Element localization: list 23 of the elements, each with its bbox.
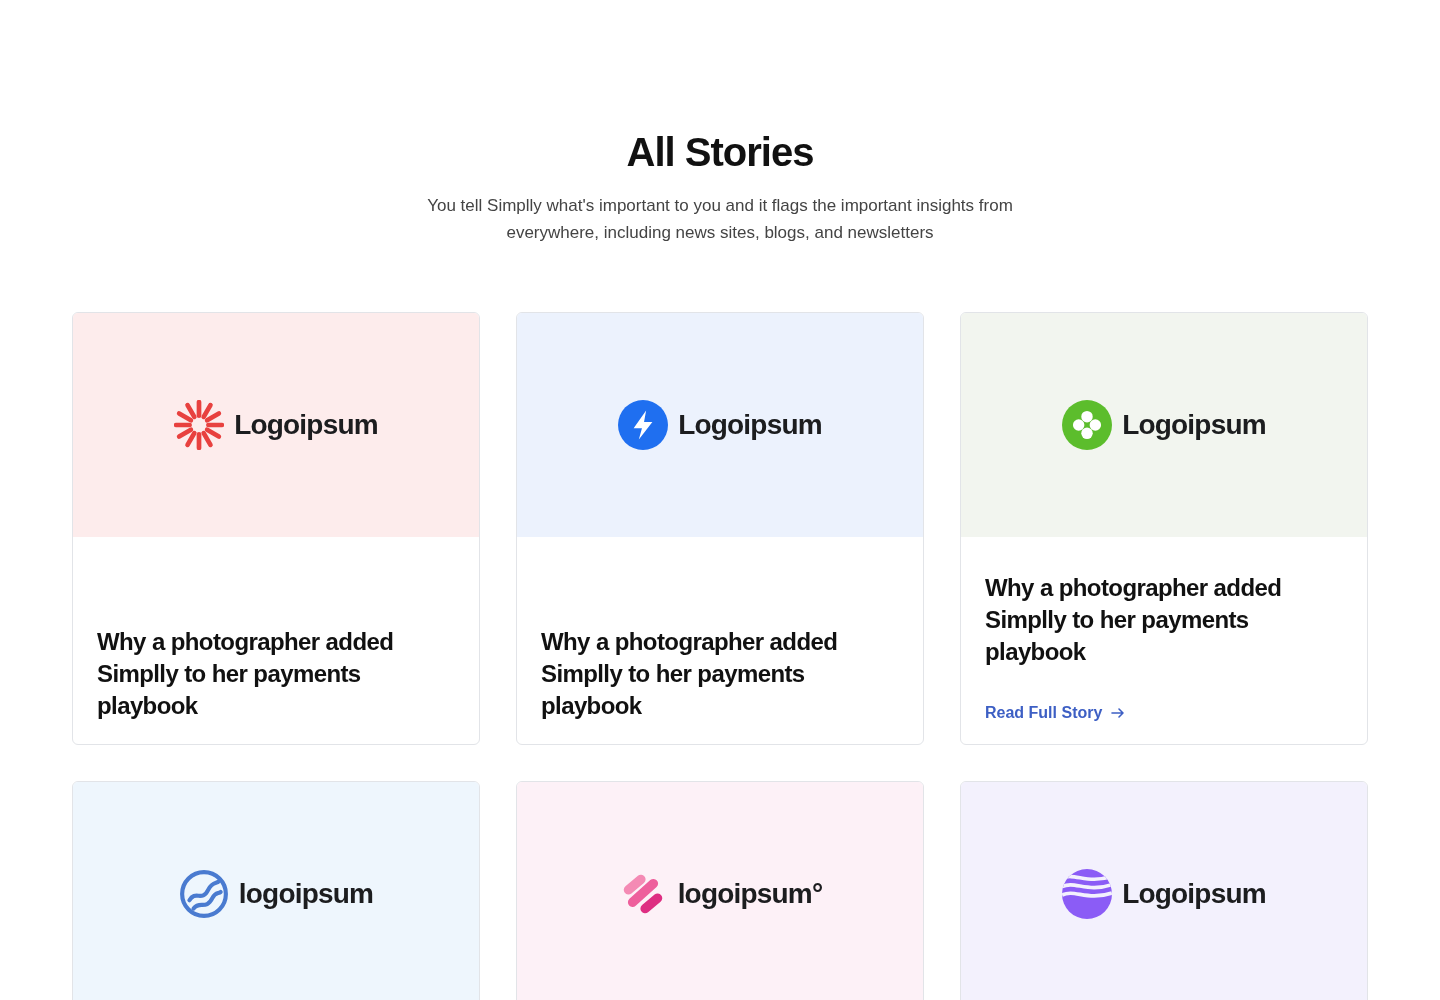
story-title: Why a photographer added Simplly to her payments playbook [541, 627, 839, 721]
clover-icon [1062, 400, 1113, 450]
read-story-link[interactable]: Read Full Story [985, 704, 1127, 722]
story-card[interactable]: logoipsum [72, 781, 480, 1000]
logo-text: Logoipsum [1122, 409, 1266, 441]
story-card[interactable]: Logoipsum [960, 781, 1368, 1000]
story-card[interactable]: Logoipsum Why a photographer added Simplly to her payments playbook [516, 312, 924, 745]
logo-text: Logoipsum [678, 409, 822, 441]
lightning-icon [618, 400, 669, 450]
swirl-icon [178, 869, 229, 919]
arrow-right-icon [1110, 705, 1127, 721]
sunburst-icon [174, 400, 225, 450]
story-card[interactable]: logoipsum° [516, 781, 924, 1000]
logo-text: logoipsum° [677, 878, 823, 910]
logo-text: Logoipsum [234, 409, 378, 441]
logo-text: Logoipsum [1122, 878, 1266, 910]
story-card[interactable]: Logoipsum Why a photographer added Simplly to her payments playbook [72, 312, 480, 745]
page-title: All Stories [626, 129, 814, 176]
story-title: Why a photographer added Simplly to her payments playbook [985, 573, 1283, 667]
story-title: Why a photographer added Simplly to her payments playbook [97, 627, 395, 721]
page-subtitle: You tell Simplly what's important to you and it flags the important insights from everywhere, including news sites, blogs, and newsletters [426, 195, 1014, 244]
story-card[interactable]: Logoipsum Why a photographer added Simplly to her payments playbook Read Full Story [960, 312, 1368, 745]
logo-text: logoipsum [238, 878, 374, 910]
